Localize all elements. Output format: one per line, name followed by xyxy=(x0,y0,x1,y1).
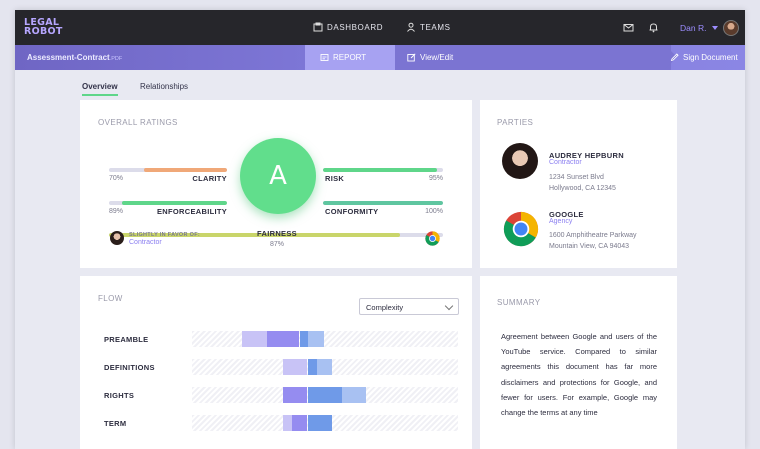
flow-row-label: PREAMBLE xyxy=(104,335,149,344)
tab-report-label: REPORT xyxy=(333,53,367,62)
bell-icon[interactable] xyxy=(648,22,659,33)
conformity-percent: 100% xyxy=(425,208,443,215)
flow-row-track[interactable] xyxy=(192,331,458,347)
app-window: LEGAL ROBOT DASHBOARD TEAMS Dan R. Asses… xyxy=(15,10,745,449)
clarity-bar xyxy=(109,168,227,172)
flow-segment[interactable] xyxy=(291,359,308,375)
flow-row-track[interactable] xyxy=(192,415,458,431)
risk-percent: 95% xyxy=(428,175,443,182)
flow-row-label: DEFINITIONS xyxy=(104,363,155,372)
logo-line-2: ROBOT xyxy=(24,26,63,37)
tab-view-edit-label: View/Edit xyxy=(420,53,454,62)
party-address-line-2: Hollywood, CA 12345 xyxy=(549,185,616,192)
party-address-line-1: 1234 Sunset Blvd xyxy=(549,174,604,181)
tab-relationships[interactable]: Relationships xyxy=(140,82,188,91)
summary-text: Agreement between Google and users of th… xyxy=(501,332,657,418)
flow-title: FLOW xyxy=(98,294,123,303)
fairness-percent: 87% xyxy=(269,241,284,248)
party-address: 1234 Sunset Blvd Hollywood, CA 12345 xyxy=(549,172,616,194)
legal-robot-logo[interactable]: LEGAL ROBOT xyxy=(24,18,63,37)
report-icon xyxy=(320,54,329,61)
mail-icon[interactable] xyxy=(623,22,634,33)
document-bar: Assessment-Contract.PDF REPORT View/Edit… xyxy=(15,45,745,70)
document-name-text: Assessment-Contract xyxy=(27,53,110,62)
enforceability-bar xyxy=(109,201,227,205)
nav-teams-label: TEAMS xyxy=(420,22,451,32)
flow-row-label: TERM xyxy=(104,419,127,428)
tab-sign-document-label: Sign Document xyxy=(683,53,738,62)
risk-bar-fill xyxy=(323,168,437,172)
chevron-down-icon xyxy=(712,26,719,30)
user-menu[interactable]: Dan R. xyxy=(680,23,719,33)
tab-report-arrow xyxy=(379,45,391,69)
party-role: Contractor xyxy=(549,159,582,166)
summary-title: SUMMARY xyxy=(497,298,541,307)
flow-metric-select[interactable]: Complexity xyxy=(359,298,459,315)
fairness-label: FAIRNESS xyxy=(257,229,297,238)
conformity-bar-fill xyxy=(323,201,443,205)
edit-icon xyxy=(407,53,416,62)
conformity-bar xyxy=(323,201,443,205)
party-address-line-2: Mountain View, CA 94043 xyxy=(549,243,630,250)
favor-caption: SLIGHTLY IN FAVOR OF: xyxy=(129,232,200,238)
tab-view-edit[interactable]: View/Edit xyxy=(407,53,453,62)
top-navbar: LEGAL ROBOT DASHBOARD TEAMS Dan R. xyxy=(15,10,745,45)
avatar[interactable] xyxy=(723,20,739,36)
party-role: Agency xyxy=(549,218,573,225)
document-extension: .PDF xyxy=(109,56,123,62)
nav-dashboard-label: DASHBOARD xyxy=(327,22,384,32)
tab-report[interactable]: REPORT xyxy=(320,53,366,62)
clarity-bar-fill xyxy=(144,168,227,172)
teams-icon xyxy=(407,22,415,32)
flow-segment[interactable] xyxy=(316,415,333,431)
tab-sign-document[interactable]: Sign Document xyxy=(670,53,738,62)
flow-card: FLOW Complexity PREAMBLE DEFINITIONS RIGHT… xyxy=(80,276,472,449)
parties-card: PARTIES AUDREY HEPBURN Contractor 1234 S… xyxy=(480,100,677,268)
risk-bar xyxy=(323,168,443,172)
enforceability-label: ENFORCEABILITY xyxy=(157,207,228,216)
flow-segment[interactable] xyxy=(349,387,366,403)
flow-segment[interactable] xyxy=(291,387,308,403)
document-tabs xyxy=(15,45,745,70)
enforceability-percent: 89% xyxy=(109,208,124,215)
contractor-avatar xyxy=(110,231,124,245)
clarity-percent: 70% xyxy=(109,175,124,182)
party-avatar-audrey[interactable] xyxy=(502,143,538,179)
overall-ratings-card: OVERALL RATINGS 70% CLARITY RISK 95% 89%… xyxy=(80,100,472,268)
enforceability-bar-fill xyxy=(121,201,227,205)
nav-dashboard[interactable]: DASHBOARD xyxy=(313,22,383,32)
summary-card: SUMMARY Agreement between Google and use… xyxy=(480,276,677,449)
pen-icon xyxy=(670,53,679,62)
google-chrome-icon xyxy=(425,231,440,246)
clarity-label: CLARITY xyxy=(192,174,227,183)
flow-row-track[interactable] xyxy=(192,387,458,403)
conformity-label: CONFORMITY xyxy=(325,207,379,216)
party-address: 1600 Amphitheatre Parkway Mountain View,… xyxy=(549,230,637,252)
chevron-down-icon xyxy=(444,301,454,311)
flow-row-label: RIGHTS xyxy=(104,391,135,400)
dashboard-icon xyxy=(313,22,323,32)
tab-overview[interactable]: Overview xyxy=(82,82,118,96)
user-name: Dan R. xyxy=(680,23,707,33)
flow-row-track[interactable] xyxy=(192,359,458,375)
flow-segment[interactable] xyxy=(291,415,308,431)
flow-segment[interactable] xyxy=(316,359,333,375)
party-address-line-1: 1600 Amphitheatre Parkway xyxy=(549,232,637,239)
flow-metric-value: Complexity xyxy=(366,303,404,312)
overall-ratings-title: OVERALL RATINGS xyxy=(98,118,178,127)
parties-title: PARTIES xyxy=(497,118,534,127)
nav-teams[interactable]: TEAMS xyxy=(406,22,451,32)
favor-party[interactable]: Contractor xyxy=(129,239,162,246)
flow-segment[interactable] xyxy=(283,331,300,347)
document-name[interactable]: Assessment-Contract.PDF xyxy=(27,53,122,62)
overall-grade-badge: A xyxy=(240,138,316,214)
flow-segment[interactable] xyxy=(308,331,324,347)
risk-label: RISK xyxy=(325,174,345,183)
google-chrome-icon[interactable] xyxy=(503,211,539,247)
